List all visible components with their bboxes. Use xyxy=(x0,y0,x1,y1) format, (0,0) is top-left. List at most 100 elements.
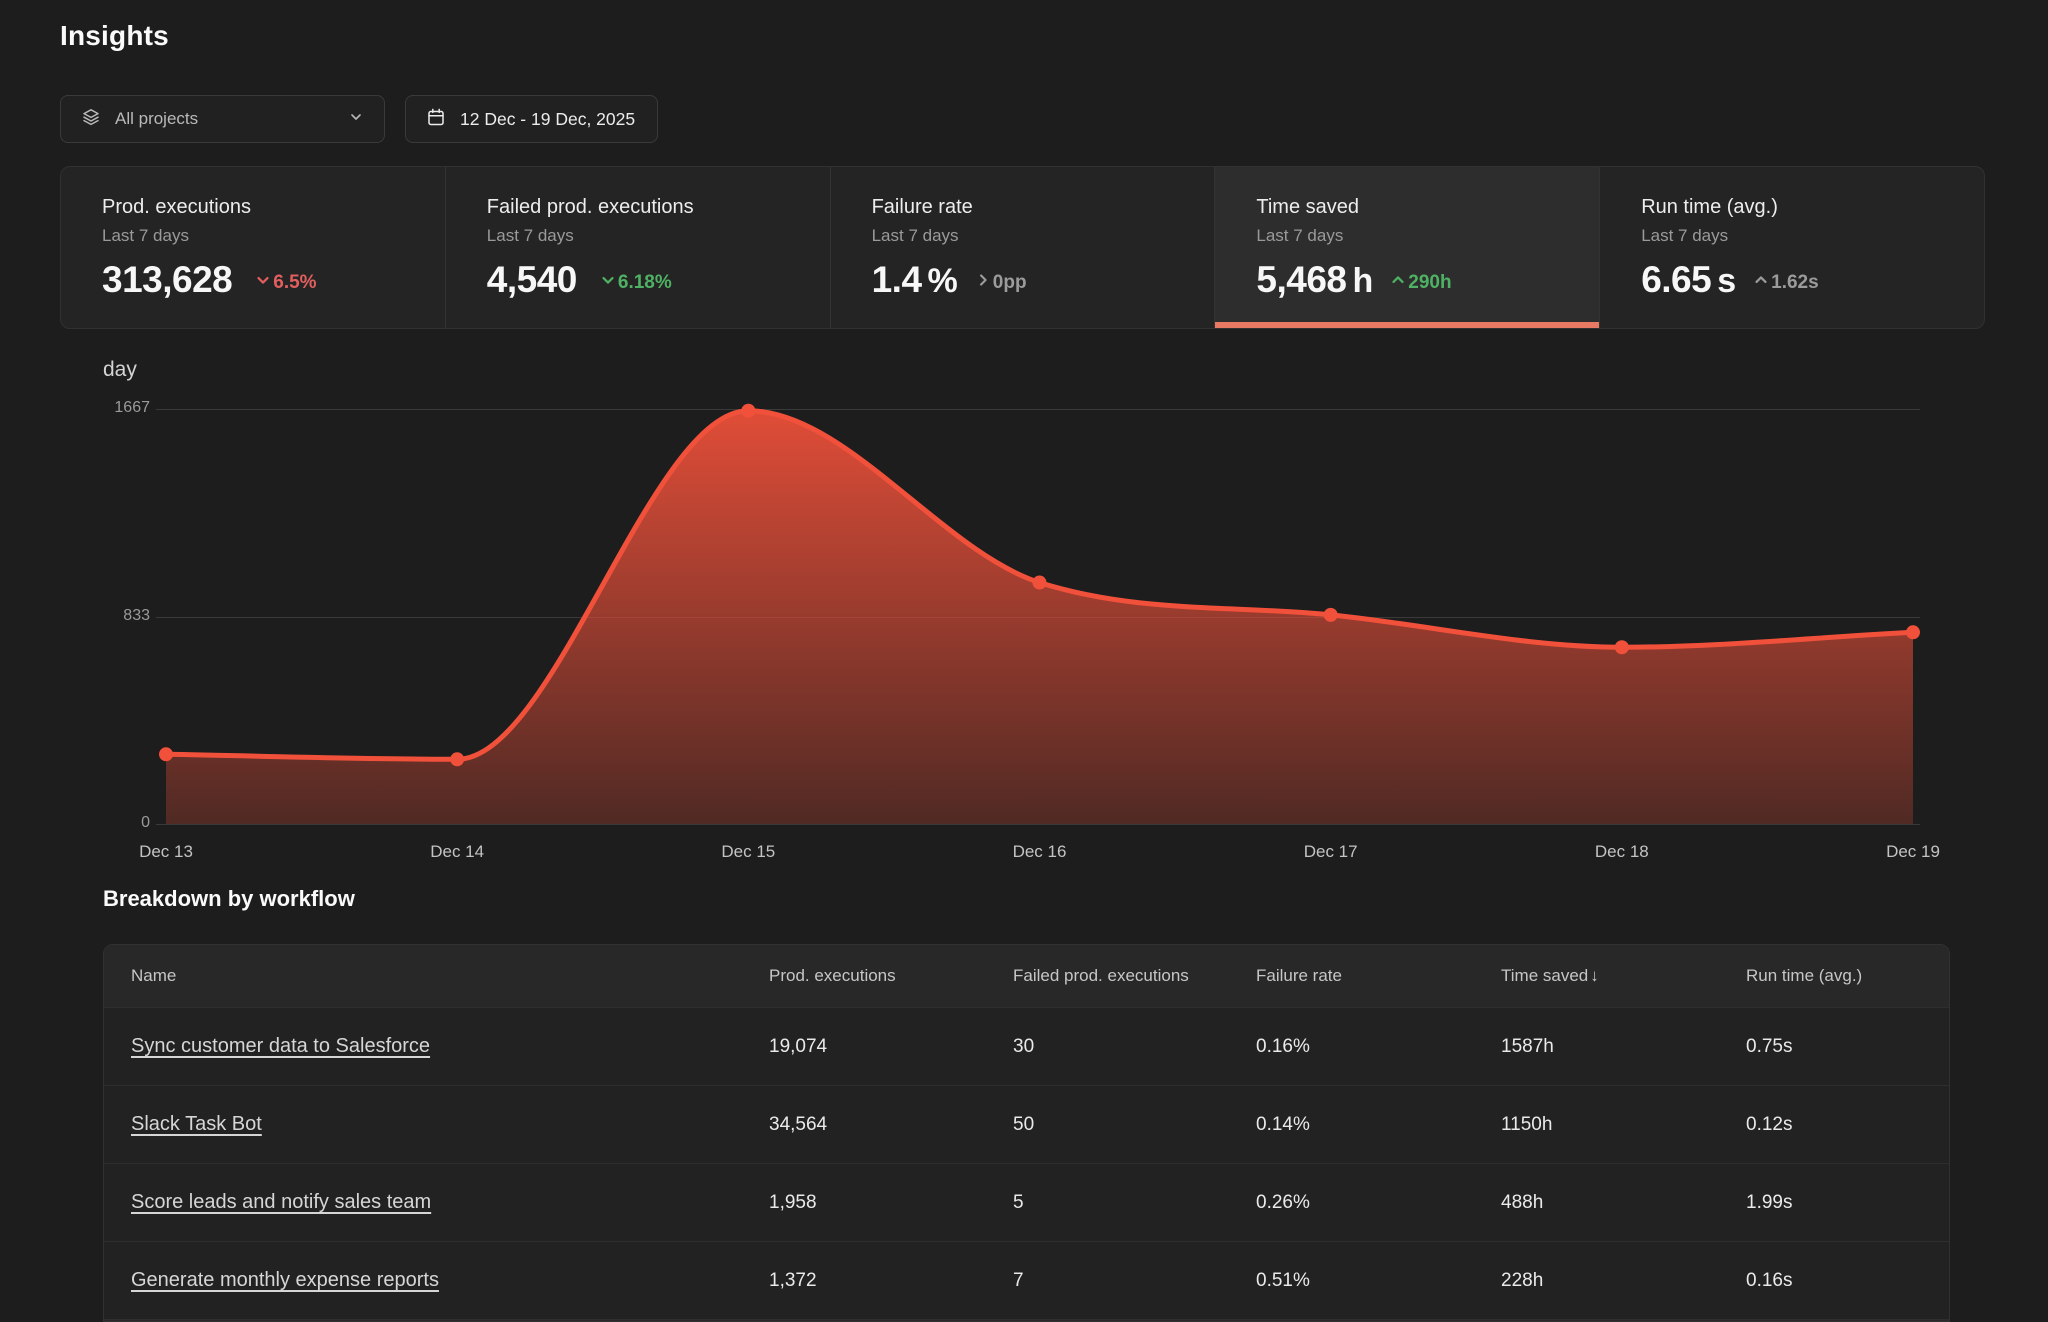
kpi-title: Prod. executions xyxy=(102,196,425,219)
kpi-subtitle: Last 7 days xyxy=(1256,226,1579,246)
table-row: Slack Task Bot 34,564 50 0.14% 1150h 0.1… xyxy=(104,1085,1949,1163)
cell-time-saved: 488h xyxy=(1501,1192,1746,1214)
kpi-value: 1.4 xyxy=(872,261,922,298)
column-header-run-time[interactable]: Run time (avg.) xyxy=(1746,966,1949,986)
y-axis-tick: 1667 xyxy=(60,399,150,417)
page-title: Insights xyxy=(60,20,169,52)
chart-point xyxy=(1615,640,1629,654)
kpi-cards-panel: Prod. executions Last 7 days 313,628 6.5… xyxy=(60,166,1985,329)
kpi-subtitle: Last 7 days xyxy=(1641,226,1964,246)
column-header-name[interactable]: Name xyxy=(104,966,769,986)
x-axis-tick: Dec 14 xyxy=(430,842,484,862)
x-axis-tick: Dec 15 xyxy=(721,842,775,862)
chart-point xyxy=(159,747,173,761)
time-saved-chart: day 1667 833 0 Dec 13 Dec 14 Dec 15 Dec 16 Dec… xyxy=(0,356,2048,886)
workflow-breakdown-table: Name Prod. executions Failed prod. execu… xyxy=(103,944,1950,1322)
calendar-icon xyxy=(426,107,446,132)
filter-bar: All projects 12 Dec - 19 Dec, 2025 xyxy=(60,95,658,143)
trend-up-icon xyxy=(1389,271,1408,295)
cell-time-saved: 1587h xyxy=(1501,1036,1746,1058)
cell-failure-rate: 0.14% xyxy=(1256,1114,1501,1136)
layers-icon xyxy=(81,107,101,132)
kpi-title: Failed prod. executions xyxy=(487,196,810,219)
kpi-unit: % xyxy=(928,264,958,298)
y-axis-tick: 0 xyxy=(60,814,150,832)
kpi-subtitle: Last 7 days xyxy=(872,226,1195,246)
x-axis-tick: Dec 16 xyxy=(1013,842,1067,862)
workflow-link[interactable]: Sync customer data to Salesforce xyxy=(131,1035,430,1057)
cell-failed-executions: 30 xyxy=(1013,1036,1256,1058)
x-axis-tick: Dec 18 xyxy=(1595,842,1649,862)
kpi-value: 6.65 xyxy=(1641,261,1711,298)
cell-failed-executions: 7 xyxy=(1013,1270,1256,1292)
trend-flat-icon xyxy=(974,271,993,295)
workflow-link[interactable]: Score leads and notify sales team xyxy=(131,1191,431,1213)
chart-area-fill xyxy=(166,411,1913,824)
date-range-picker[interactable]: 12 Dec - 19 Dec, 2025 xyxy=(405,95,658,143)
chevron-down-icon xyxy=(348,109,364,130)
x-axis-tick: Dec 13 xyxy=(139,842,193,862)
table-row: Sync customer data to Salesforce 19,074 … xyxy=(104,1007,1949,1085)
kpi-subtitle: Last 7 days xyxy=(102,226,425,246)
column-header-failed-executions[interactable]: Failed prod. executions xyxy=(1013,966,1256,986)
insights-page: Insights All projects xyxy=(0,0,2048,1322)
date-range-label: 12 Dec - 19 Dec, 2025 xyxy=(460,109,635,130)
x-axis-tick: Dec 17 xyxy=(1304,842,1358,862)
kpi-value: 5,468 xyxy=(1256,261,1346,298)
kpi-subtitle: Last 7 days xyxy=(487,226,810,246)
kpi-value: 4,540 xyxy=(487,261,577,298)
chart-point xyxy=(1906,625,1920,639)
workflow-link[interactable]: Slack Task Bot xyxy=(131,1113,262,1135)
cell-failure-rate: 0.16% xyxy=(1256,1036,1501,1058)
cell-prod-executions: 19,074 xyxy=(769,1036,1013,1058)
kpi-delta: 0pp xyxy=(974,271,1027,295)
cell-run-time: 1.99s xyxy=(1746,1192,1949,1214)
column-header-prod-executions[interactable]: Prod. executions xyxy=(769,966,1013,986)
kpi-unit: h xyxy=(1352,264,1373,298)
kpi-value: 313,628 xyxy=(102,261,232,298)
kpi-title: Run time (avg.) xyxy=(1641,196,1964,219)
cell-run-time: 0.75s xyxy=(1746,1036,1949,1058)
kpi-delta: 1.62s xyxy=(1752,271,1819,295)
column-header-time-saved[interactable]: Time saved↓ xyxy=(1501,966,1746,986)
kpi-card-prod-executions[interactable]: Prod. executions Last 7 days 313,628 6.5… xyxy=(61,167,445,328)
cell-run-time: 0.16s xyxy=(1746,1270,1949,1292)
cell-time-saved: 228h xyxy=(1501,1270,1746,1292)
kpi-card-run-time[interactable]: Run time (avg.) Last 7 days 6.65 s 1.62s xyxy=(1599,167,1984,328)
project-filter-dropdown[interactable]: All projects xyxy=(60,95,385,143)
kpi-card-failure-rate[interactable]: Failure rate Last 7 days 1.4 % 0pp xyxy=(830,167,1215,328)
cell-run-time: 0.12s xyxy=(1746,1114,1949,1136)
cell-prod-executions: 1,372 xyxy=(769,1270,1013,1292)
chart-point xyxy=(450,752,464,766)
table-row: Generate monthly expense reports 1,372 7… xyxy=(104,1241,1949,1319)
table-header-row: Name Prod. executions Failed prod. execu… xyxy=(104,945,1949,1007)
kpi-delta: 6.18% xyxy=(599,271,672,295)
kpi-delta: 6.5% xyxy=(254,271,316,295)
table-row: Score leads and notify sales team 1,958 … xyxy=(104,1163,1949,1241)
project-filter-label: All projects xyxy=(115,109,198,129)
cell-failure-rate: 0.51% xyxy=(1256,1270,1501,1292)
cell-failed-executions: 50 xyxy=(1013,1114,1256,1136)
cell-failure-rate: 0.26% xyxy=(1256,1192,1501,1214)
chart-granularity-label: day xyxy=(103,358,137,382)
trend-up-icon xyxy=(1752,271,1771,295)
column-header-failure-rate[interactable]: Failure rate xyxy=(1256,966,1501,986)
chart-point xyxy=(1324,608,1338,622)
breakdown-heading: Breakdown by workflow xyxy=(103,886,355,912)
trend-down-icon xyxy=(254,271,273,295)
cell-time-saved: 1150h xyxy=(1501,1114,1746,1136)
kpi-title: Failure rate xyxy=(872,196,1195,219)
cell-prod-executions: 1,958 xyxy=(769,1192,1013,1214)
y-axis-tick: 833 xyxy=(60,607,150,625)
workflow-link[interactable]: Generate monthly expense reports xyxy=(131,1269,439,1291)
area-chart-svg xyxy=(155,400,1921,830)
kpi-card-time-saved[interactable]: Time saved Last 7 days 5,468 h 290h xyxy=(1214,167,1599,328)
sort-descending-icon: ↓ xyxy=(1590,966,1599,985)
chart-point xyxy=(1033,576,1047,590)
x-axis-tick: Dec 19 xyxy=(1886,842,1940,862)
kpi-card-failed-executions[interactable]: Failed prod. executions Last 7 days 4,54… xyxy=(445,167,830,328)
kpi-delta: 290h xyxy=(1389,271,1451,295)
kpi-title: Time saved xyxy=(1256,196,1579,219)
trend-down-icon xyxy=(599,271,618,295)
chart-point xyxy=(741,404,755,418)
